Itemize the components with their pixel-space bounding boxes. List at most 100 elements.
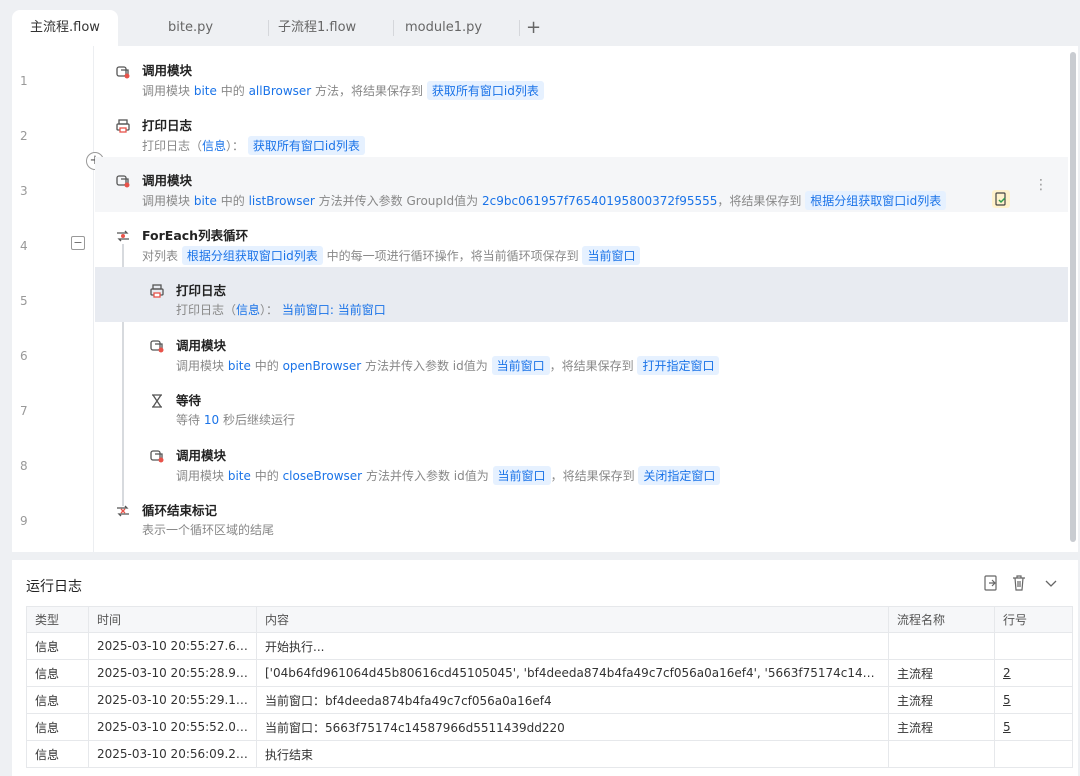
column-header[interactable]: 行号 xyxy=(994,606,1073,633)
step-description: 调用模块 bite 中的 allBrowser 方法，将结果保存到 获取所有窗口… xyxy=(142,81,544,100)
loop-icon xyxy=(117,230,129,242)
log-line-link[interactable]: 5 xyxy=(994,686,1073,714)
log-time: 2025-03-10 20:55:52.095 xyxy=(88,713,257,741)
tab-label: bite.py xyxy=(168,20,214,35)
step-title: ForEach列表循环 xyxy=(142,228,249,243)
variable-tag[interactable]: 根据分组获取窗口id列表 xyxy=(805,191,947,210)
step-title: 打印日志 xyxy=(142,118,193,133)
log-type: 信息 xyxy=(26,632,89,660)
method-name: allBrowser xyxy=(248,84,312,98)
desc-text: 中的 xyxy=(254,359,279,373)
log-content: 当前窗口：5663f75174c14587966d5511439dd220 xyxy=(256,713,889,741)
variable-tag[interactable]: 当前窗口 xyxy=(491,356,550,375)
flow-editor: 1 2 3 4 5 6 7 8 9 − + 调用模块 调用模块 bite 中的 … xyxy=(12,46,1078,552)
variable-tag[interactable]: 获取所有窗口id列表 xyxy=(247,136,365,155)
line-number: 1 xyxy=(20,74,28,88)
step-description: 表示一个循环区域的结尾 xyxy=(142,523,275,537)
tab-subflow[interactable]: 子流程1.flow xyxy=(278,10,395,46)
step-description: 调用模块 bite 中的 openBrowser 方法并传入参数 id值为 当前… xyxy=(176,356,720,375)
module-icon xyxy=(150,450,164,463)
log-table: 类型 时间 内容 流程名称 行号 信息 2025-03-10 20:55:27.… xyxy=(26,606,1073,768)
editor-scrollbar[interactable] xyxy=(1070,52,1076,542)
step-row-6[interactable]: 调用模块 调用模块 bite 中的 openBrowser 方法并传入参数 id… xyxy=(95,322,1068,377)
step-row-3[interactable]: 调用模块 调用模块 bite 中的 listBrowser 方法并传入参数 Gr… xyxy=(95,157,1068,212)
desc-text: ）： xyxy=(260,303,279,317)
log-time: 2025-03-10 20:56:09.292 xyxy=(88,740,257,768)
step-row-4[interactable]: ForEach列表循环 对列表 根据分组获取窗口id列表 中的每一项进行循环操作… xyxy=(95,212,1068,267)
tab-bar: 主流程.flow bite.py 子流程1.flow module1.py + xyxy=(0,0,1080,46)
log-row[interactable]: 信息 2025-03-10 20:55:52.095 当前窗口：5663f751… xyxy=(26,713,1073,741)
variable-tag[interactable]: 当前窗口 xyxy=(582,246,641,265)
step-description: 调用模块 bite 中的 closeBrowser 方法并传入参数 id值为 当… xyxy=(176,466,721,485)
method-name: closeBrowser xyxy=(282,469,363,483)
variable-tag[interactable]: 关闭指定窗口 xyxy=(638,466,721,485)
log-row[interactable]: 信息 2025-03-10 20:55:28.978 ['04b64fd9610… xyxy=(26,659,1073,687)
variable-ref[interactable]: 当前窗口 xyxy=(338,303,386,317)
desc-text: 调用模块 xyxy=(142,194,191,208)
more-options-icon[interactable]: ⋮ xyxy=(1034,177,1048,193)
step-row-5[interactable]: 打印日志 打印日志（信息）： 当前窗口: 当前窗口 xyxy=(95,267,1068,322)
module-name: bite xyxy=(227,359,251,373)
tab-label: 子流程1.flow xyxy=(278,20,357,35)
step-row-2[interactable]: 打印日志 打印日志（信息）： 获取所有窗口id列表 xyxy=(95,102,1068,157)
step-description: 调用模块 bite 中的 listBrowser 方法并传入参数 GroupId… xyxy=(142,191,947,210)
column-header[interactable]: 内容 xyxy=(256,606,889,633)
log-row[interactable]: 信息 2025-03-10 20:55:27.650 开始执行... xyxy=(26,632,1073,660)
wait-seconds: 10 xyxy=(203,413,220,427)
step-description: 等待 10 秒后继续运行 xyxy=(176,411,295,428)
step-status-icon[interactable] xyxy=(992,190,1010,208)
line-number: 8 xyxy=(20,459,28,473)
collapse-loop-button[interactable]: − xyxy=(71,236,85,250)
add-tab-button[interactable]: + xyxy=(526,10,541,46)
variable-tag[interactable]: 获取所有窗口id列表 xyxy=(426,81,544,100)
hourglass-icon xyxy=(152,394,162,408)
column-header[interactable]: 时间 xyxy=(88,606,257,633)
log-flow-name: 主流程 xyxy=(888,713,995,741)
step-row-8[interactable]: 调用模块 调用模块 bite 中的 closeBrowser 方法并传入参数 i… xyxy=(95,432,1068,487)
log-table-header: 类型 时间 内容 流程名称 行号 xyxy=(26,606,1073,633)
line-number: 3 xyxy=(20,184,28,198)
line-number: 5 xyxy=(20,294,28,308)
log-line-link xyxy=(994,740,1073,768)
tab-label: 主流程.flow xyxy=(30,20,100,35)
step-title: 等待 xyxy=(176,393,202,408)
column-header[interactable]: 类型 xyxy=(26,606,89,633)
desc-text: 调用模块 xyxy=(176,469,225,483)
log-line-link[interactable]: 2 xyxy=(994,659,1073,687)
step-description: 打印日志（信息）： 当前窗口: 当前窗口 xyxy=(176,301,386,318)
tab-bite-py[interactable]: bite.py xyxy=(168,10,270,46)
module-icon xyxy=(150,340,164,353)
log-content: ['04b64fd961064d45b80616cd45105045', 'bf… xyxy=(256,659,889,687)
variable-tag[interactable]: 当前窗口 xyxy=(492,466,551,485)
desc-text: 秒后继续运行 xyxy=(222,413,295,427)
log-line-link xyxy=(994,632,1073,660)
variable-tag[interactable]: 打开指定窗口 xyxy=(637,356,720,375)
step-row-1[interactable]: 调用模块 调用模块 bite 中的 allBrowser 方法，将结果保存到 获… xyxy=(95,46,1068,102)
module-icon xyxy=(116,175,130,188)
module-name: bite xyxy=(193,84,217,98)
trash-icon[interactable] xyxy=(1010,574,1028,592)
desc-text: ，将结果保存到 xyxy=(550,469,635,483)
column-header[interactable]: 流程名称 xyxy=(888,606,995,633)
tab-main-flow[interactable]: 主流程.flow xyxy=(12,10,118,46)
log-row[interactable]: 信息 2025-03-10 20:55:29.192 当前窗口：bf4deeda… xyxy=(26,686,1073,714)
desc-text: 中的 xyxy=(220,194,245,208)
step-title: 调用模块 xyxy=(176,338,227,353)
desc-text: ，将结果保存到 xyxy=(717,194,802,208)
step-row-9[interactable]: 循环结束标记 表示一个循环区域的结尾 xyxy=(95,487,1068,542)
variable-tag[interactable]: 根据分组获取窗口id列表 xyxy=(181,246,323,265)
tab-module1-py[interactable]: module1.py xyxy=(405,10,521,46)
line-number: 6 xyxy=(20,349,28,363)
step-title: 调用模块 xyxy=(176,448,227,463)
param-value: 2c9bc061957f76540195800372f95555 xyxy=(482,194,718,208)
log-type: 信息 xyxy=(26,659,89,687)
log-row[interactable]: 信息 2025-03-10 20:56:09.292 执行结束 xyxy=(26,740,1073,768)
log-toolbar xyxy=(982,574,1060,594)
log-flow-name xyxy=(888,740,995,768)
chevron-down-icon[interactable] xyxy=(1042,574,1060,592)
step-row-7[interactable]: 等待 等待 10 秒后继续运行 xyxy=(95,377,1068,432)
export-icon[interactable] xyxy=(982,574,1000,592)
desc-text: 中的 xyxy=(254,469,279,483)
log-flow-name xyxy=(888,632,995,660)
log-line-link[interactable]: 5 xyxy=(994,713,1073,741)
